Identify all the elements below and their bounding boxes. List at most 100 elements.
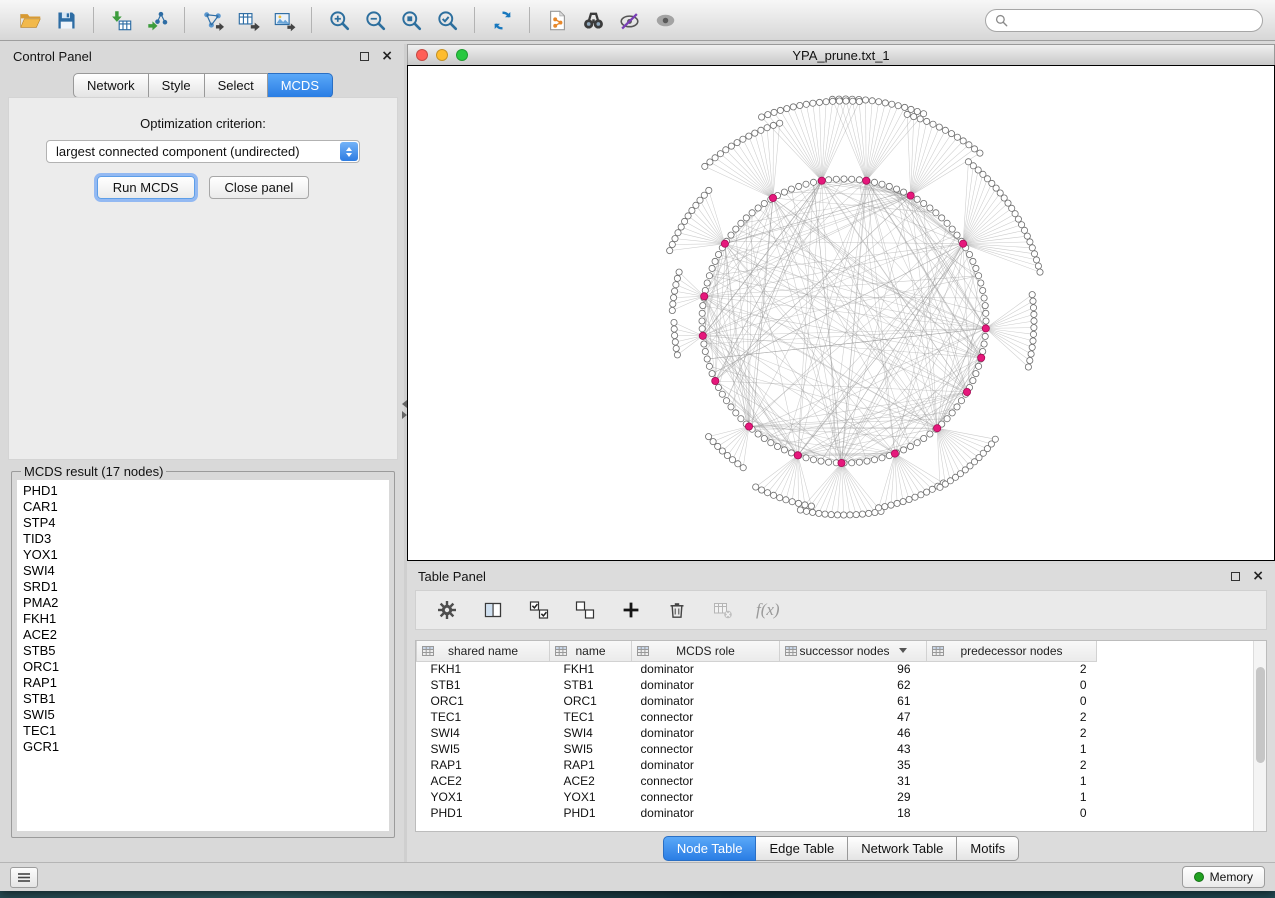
run-mcds-button[interactable]: Run MCDS: [97, 176, 195, 199]
table-tab-node-table[interactable]: Node Table: [663, 836, 757, 861]
table-scrollbar-thumb[interactable]: [1256, 667, 1265, 763]
float-panel-icon[interactable]: [360, 52, 369, 61]
close-table-panel-icon[interactable]: ×: [1252, 569, 1264, 583]
hide-selection-icon[interactable]: [611, 4, 647, 36]
cell-mcds-role[interactable]: dominator: [632, 661, 780, 677]
close-panel-button[interactable]: Close panel: [209, 176, 310, 199]
cell-name[interactable]: FKH1: [550, 661, 632, 677]
float-table-panel-icon[interactable]: [1231, 572, 1240, 581]
delete-row-icon[interactable]: [664, 597, 690, 623]
table-row[interactable]: RAP1RAP1dominator352: [417, 757, 1256, 773]
cell-successor-nodes[interactable]: 18: [780, 805, 927, 821]
save-session-icon[interactable]: [48, 4, 84, 36]
cell-mcds-role[interactable]: dominator: [632, 725, 780, 741]
cell-shared-name[interactable]: PHD1: [417, 805, 550, 821]
mcds-result-item[interactable]: PMA2: [23, 595, 383, 611]
criterion-dropdown[interactable]: largest connected component (undirected): [46, 140, 360, 163]
mcds-result-item[interactable]: ACE2: [23, 627, 383, 643]
delete-table-icon[interactable]: [710, 597, 736, 623]
table-row[interactable]: SWI4SWI4dominator462: [417, 725, 1256, 741]
cell-successor-nodes[interactable]: 62: [780, 677, 927, 693]
cell-name[interactable]: YOX1: [550, 789, 632, 805]
column-layout-icon[interactable]: [480, 597, 506, 623]
cell-successor-nodes[interactable]: 61: [780, 693, 927, 709]
new-network-icon[interactable]: [194, 4, 230, 36]
cell-predecessor-nodes[interactable]: 1: [927, 741, 1097, 757]
cell-shared-name[interactable]: FKH1: [417, 661, 550, 677]
zoom-out-icon[interactable]: [357, 4, 393, 36]
cell-name[interactable]: ACE2: [550, 773, 632, 789]
cell-successor-nodes[interactable]: 29: [780, 789, 927, 805]
zoom-selected-icon[interactable]: [429, 4, 465, 36]
cell-successor-nodes[interactable]: 35: [780, 757, 927, 773]
cell-mcds-role[interactable]: connector: [632, 741, 780, 757]
column-header-successor-nodes[interactable]: successor nodes: [780, 641, 927, 661]
mcds-result-item[interactable]: STB1: [23, 691, 383, 707]
cell-shared-name[interactable]: ACE2: [417, 773, 550, 789]
search-binoculars-icon[interactable]: [575, 4, 611, 36]
mcds-result-item[interactable]: SRD1: [23, 579, 383, 595]
search-input[interactable]: [1013, 13, 1253, 27]
mcds-result-list[interactable]: PHD1CAR1STP4TID3YOX1SWI4SRD1PMA2FKH1ACE2…: [17, 480, 389, 831]
cell-name[interactable]: ORC1: [550, 693, 632, 709]
close-panel-icon[interactable]: ×: [381, 49, 393, 63]
show-eye-icon[interactable]: [647, 4, 683, 36]
cell-shared-name[interactable]: STB1: [417, 677, 550, 693]
mcds-result-item[interactable]: STB5: [23, 643, 383, 659]
control-tab-mcds[interactable]: MCDS: [268, 73, 333, 98]
cell-mcds-role[interactable]: dominator: [632, 693, 780, 709]
window-close-button[interactable]: [416, 49, 428, 61]
mcds-result-item[interactable]: CAR1: [23, 499, 383, 515]
import-table-icon[interactable]: [103, 4, 139, 36]
import-network-icon[interactable]: [139, 4, 175, 36]
table-settings-icon[interactable]: [434, 597, 460, 623]
cell-name[interactable]: SWI5: [550, 741, 632, 757]
cell-predecessor-nodes[interactable]: 0: [927, 677, 1097, 693]
cell-mcds-role[interactable]: connector: [632, 773, 780, 789]
cell-successor-nodes[interactable]: 96: [780, 661, 927, 677]
cell-successor-nodes[interactable]: 46: [780, 725, 927, 741]
mcds-result-item[interactable]: GCR1: [23, 739, 383, 755]
mcds-result-item[interactable]: RAP1: [23, 675, 383, 691]
table-row[interactable]: ACE2ACE2connector311: [417, 773, 1256, 789]
network-graph[interactable]: [408, 66, 1274, 560]
cell-shared-name[interactable]: SWI5: [417, 741, 550, 757]
status-menu-button[interactable]: [10, 867, 38, 888]
column-header-shared-name[interactable]: shared name: [417, 641, 550, 661]
table-row[interactable]: TEC1TEC1connector472: [417, 709, 1256, 725]
cell-successor-nodes[interactable]: 31: [780, 773, 927, 789]
column-header-name[interactable]: name: [550, 641, 632, 661]
table-row[interactable]: YOX1YOX1connector291: [417, 789, 1256, 805]
control-tab-style[interactable]: Style: [149, 73, 205, 98]
open-folder-icon[interactable]: [12, 4, 48, 36]
cell-name[interactable]: TEC1: [550, 709, 632, 725]
table-tab-motifs[interactable]: Motifs: [957, 836, 1019, 861]
cell-predecessor-nodes[interactable]: 0: [927, 693, 1097, 709]
cell-shared-name[interactable]: SWI4: [417, 725, 550, 741]
cell-mcds-role[interactable]: dominator: [632, 805, 780, 821]
export-image-icon[interactable]: [266, 4, 302, 36]
cell-predecessor-nodes[interactable]: 1: [927, 773, 1097, 789]
share-document-icon[interactable]: [539, 4, 575, 36]
mcds-result-item[interactable]: ORC1: [23, 659, 383, 675]
mcds-result-item[interactable]: STP4: [23, 515, 383, 531]
window-minimize-button[interactable]: [436, 49, 448, 61]
deselect-all-icon[interactable]: [572, 597, 598, 623]
column-header-mcds-role[interactable]: MCDS role: [632, 641, 780, 661]
table-tab-network-table[interactable]: Network Table: [848, 836, 957, 861]
cell-predecessor-nodes[interactable]: 2: [927, 757, 1097, 773]
cell-name[interactable]: RAP1: [550, 757, 632, 773]
refresh-view-icon[interactable]: [484, 4, 520, 36]
mcds-result-item[interactable]: TID3: [23, 531, 383, 547]
network-view[interactable]: [407, 65, 1275, 561]
cell-successor-nodes[interactable]: 47: [780, 709, 927, 725]
cell-shared-name[interactable]: ORC1: [417, 693, 550, 709]
mcds-result-item[interactable]: SWI4: [23, 563, 383, 579]
cell-predecessor-nodes[interactable]: 1: [927, 789, 1097, 805]
cell-shared-name[interactable]: TEC1: [417, 709, 550, 725]
cell-predecessor-nodes[interactable]: 2: [927, 725, 1097, 741]
cell-mcds-role[interactable]: dominator: [632, 677, 780, 693]
cell-mcds-role[interactable]: connector: [632, 789, 780, 805]
cell-shared-name[interactable]: YOX1: [417, 789, 550, 805]
cell-predecessor-nodes[interactable]: 2: [927, 709, 1097, 725]
